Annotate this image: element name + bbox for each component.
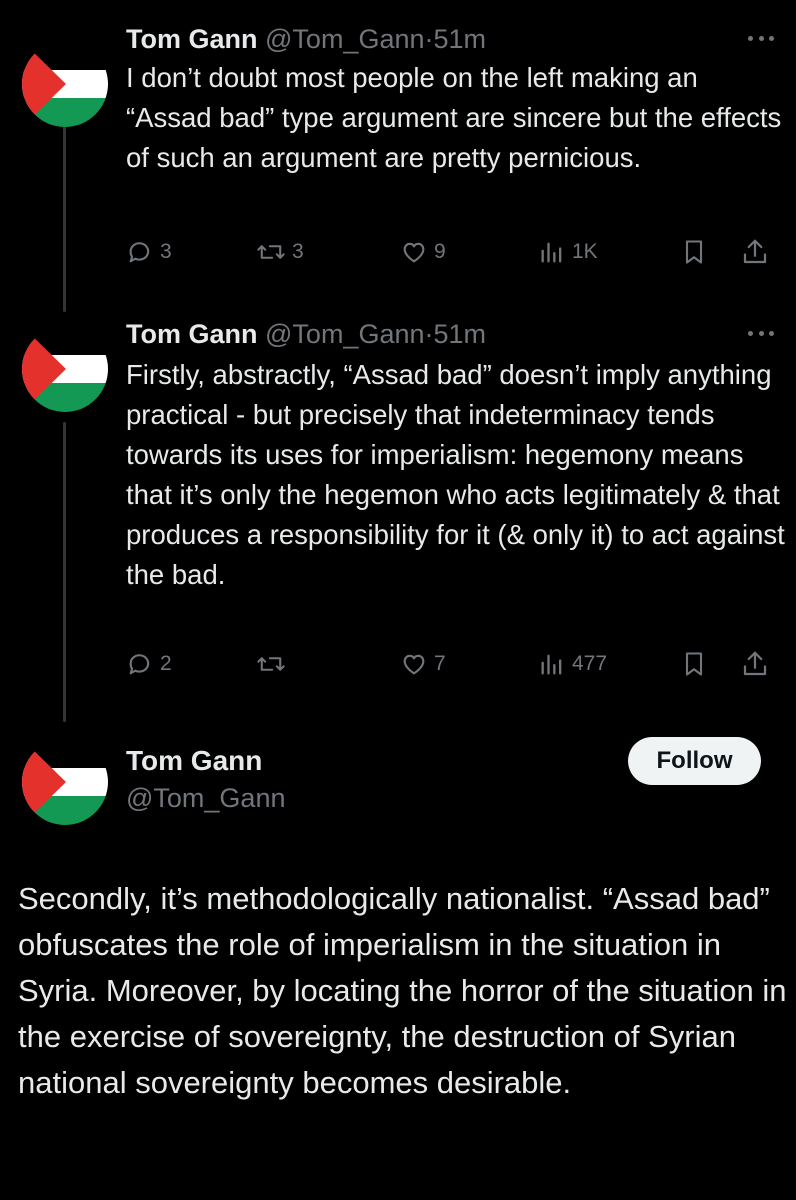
repost-button[interactable]: [256, 647, 292, 681]
reply-icon: [129, 242, 150, 263]
bookmark-icon: [685, 240, 703, 264]
views-icon: [541, 242, 562, 263]
repost-button[interactable]: 3: [256, 235, 304, 269]
more-icon[interactable]: [748, 36, 774, 44]
timestamp[interactable]: 51m: [434, 319, 487, 349]
avatar[interactable]: [22, 41, 108, 127]
tweet-text: I don’t doubt most people on the left ma…: [126, 62, 782, 173]
avatar[interactable]: [22, 326, 108, 412]
avatar[interactable]: [22, 739, 108, 825]
author-name[interactable]: Tom Gann: [126, 319, 258, 349]
like-icon: [403, 654, 425, 675]
views-count: 1K: [572, 240, 598, 263]
share-icon: [743, 651, 767, 676]
separator: ·: [424, 319, 434, 349]
views-count: 477: [572, 652, 608, 675]
reply-icon: [129, 654, 150, 675]
bookmark-button[interactable]: [680, 647, 708, 681]
like-button[interactable]: 7: [400, 647, 446, 681]
main-tweet-text: Secondly, it’s methodologically national…: [18, 881, 787, 1100]
thread-line: [63, 126, 66, 312]
like-count: 7: [434, 652, 446, 675]
bookmark-button[interactable]: [680, 235, 708, 269]
views-button[interactable]: 1K: [538, 235, 598, 269]
palestine-flag-avatar: [22, 326, 108, 412]
palestine-flag-avatar: [22, 41, 108, 127]
reply-count: 2: [160, 652, 172, 675]
views-icon: [541, 654, 562, 675]
follow-button[interactable]: Follow: [628, 737, 761, 785]
share-button[interactable]: [740, 235, 770, 269]
tweet-header: Tom Gann @Tom_Gann·51m: [126, 23, 486, 55]
repost-icon: [257, 245, 285, 259]
author-handle[interactable]: @Tom_Gann: [265, 24, 424, 54]
like-icon: [403, 242, 425, 263]
share-button[interactable]: [740, 647, 770, 681]
author-name[interactable]: Tom Gann: [126, 24, 258, 54]
repost-icon: [257, 657, 285, 671]
like-count: 9: [434, 240, 446, 263]
reply-button[interactable]: 3: [126, 235, 172, 269]
more-icon[interactable]: [748, 331, 774, 339]
author-handle[interactable]: @Tom_Gann: [265, 319, 424, 349]
repost-count: 3: [292, 240, 304, 263]
views-button[interactable]: 477: [538, 647, 607, 681]
like-button[interactable]: 9: [400, 235, 446, 269]
bookmark-icon: [685, 652, 703, 676]
thread-line: [63, 422, 66, 722]
share-icon: [743, 239, 767, 264]
author-name[interactable]: Tom Gann: [126, 745, 262, 777]
separator: ·: [424, 24, 434, 54]
palestine-flag-avatar: [22, 739, 108, 825]
tweet-actions: 2 7 477: [126, 647, 776, 681]
tweet-header: Tom Gann @Tom_Gann·51m: [126, 318, 486, 350]
timestamp[interactable]: 51m: [434, 24, 487, 54]
reply-button[interactable]: 2: [126, 647, 172, 681]
tweet-text: Firstly, abstractly, “Assad bad” doesn’t…: [126, 359, 785, 590]
author-handle[interactable]: @Tom_Gann: [126, 783, 285, 814]
reply-count: 3: [160, 240, 172, 263]
tweet-actions: 3 3 9 1K: [126, 235, 776, 269]
